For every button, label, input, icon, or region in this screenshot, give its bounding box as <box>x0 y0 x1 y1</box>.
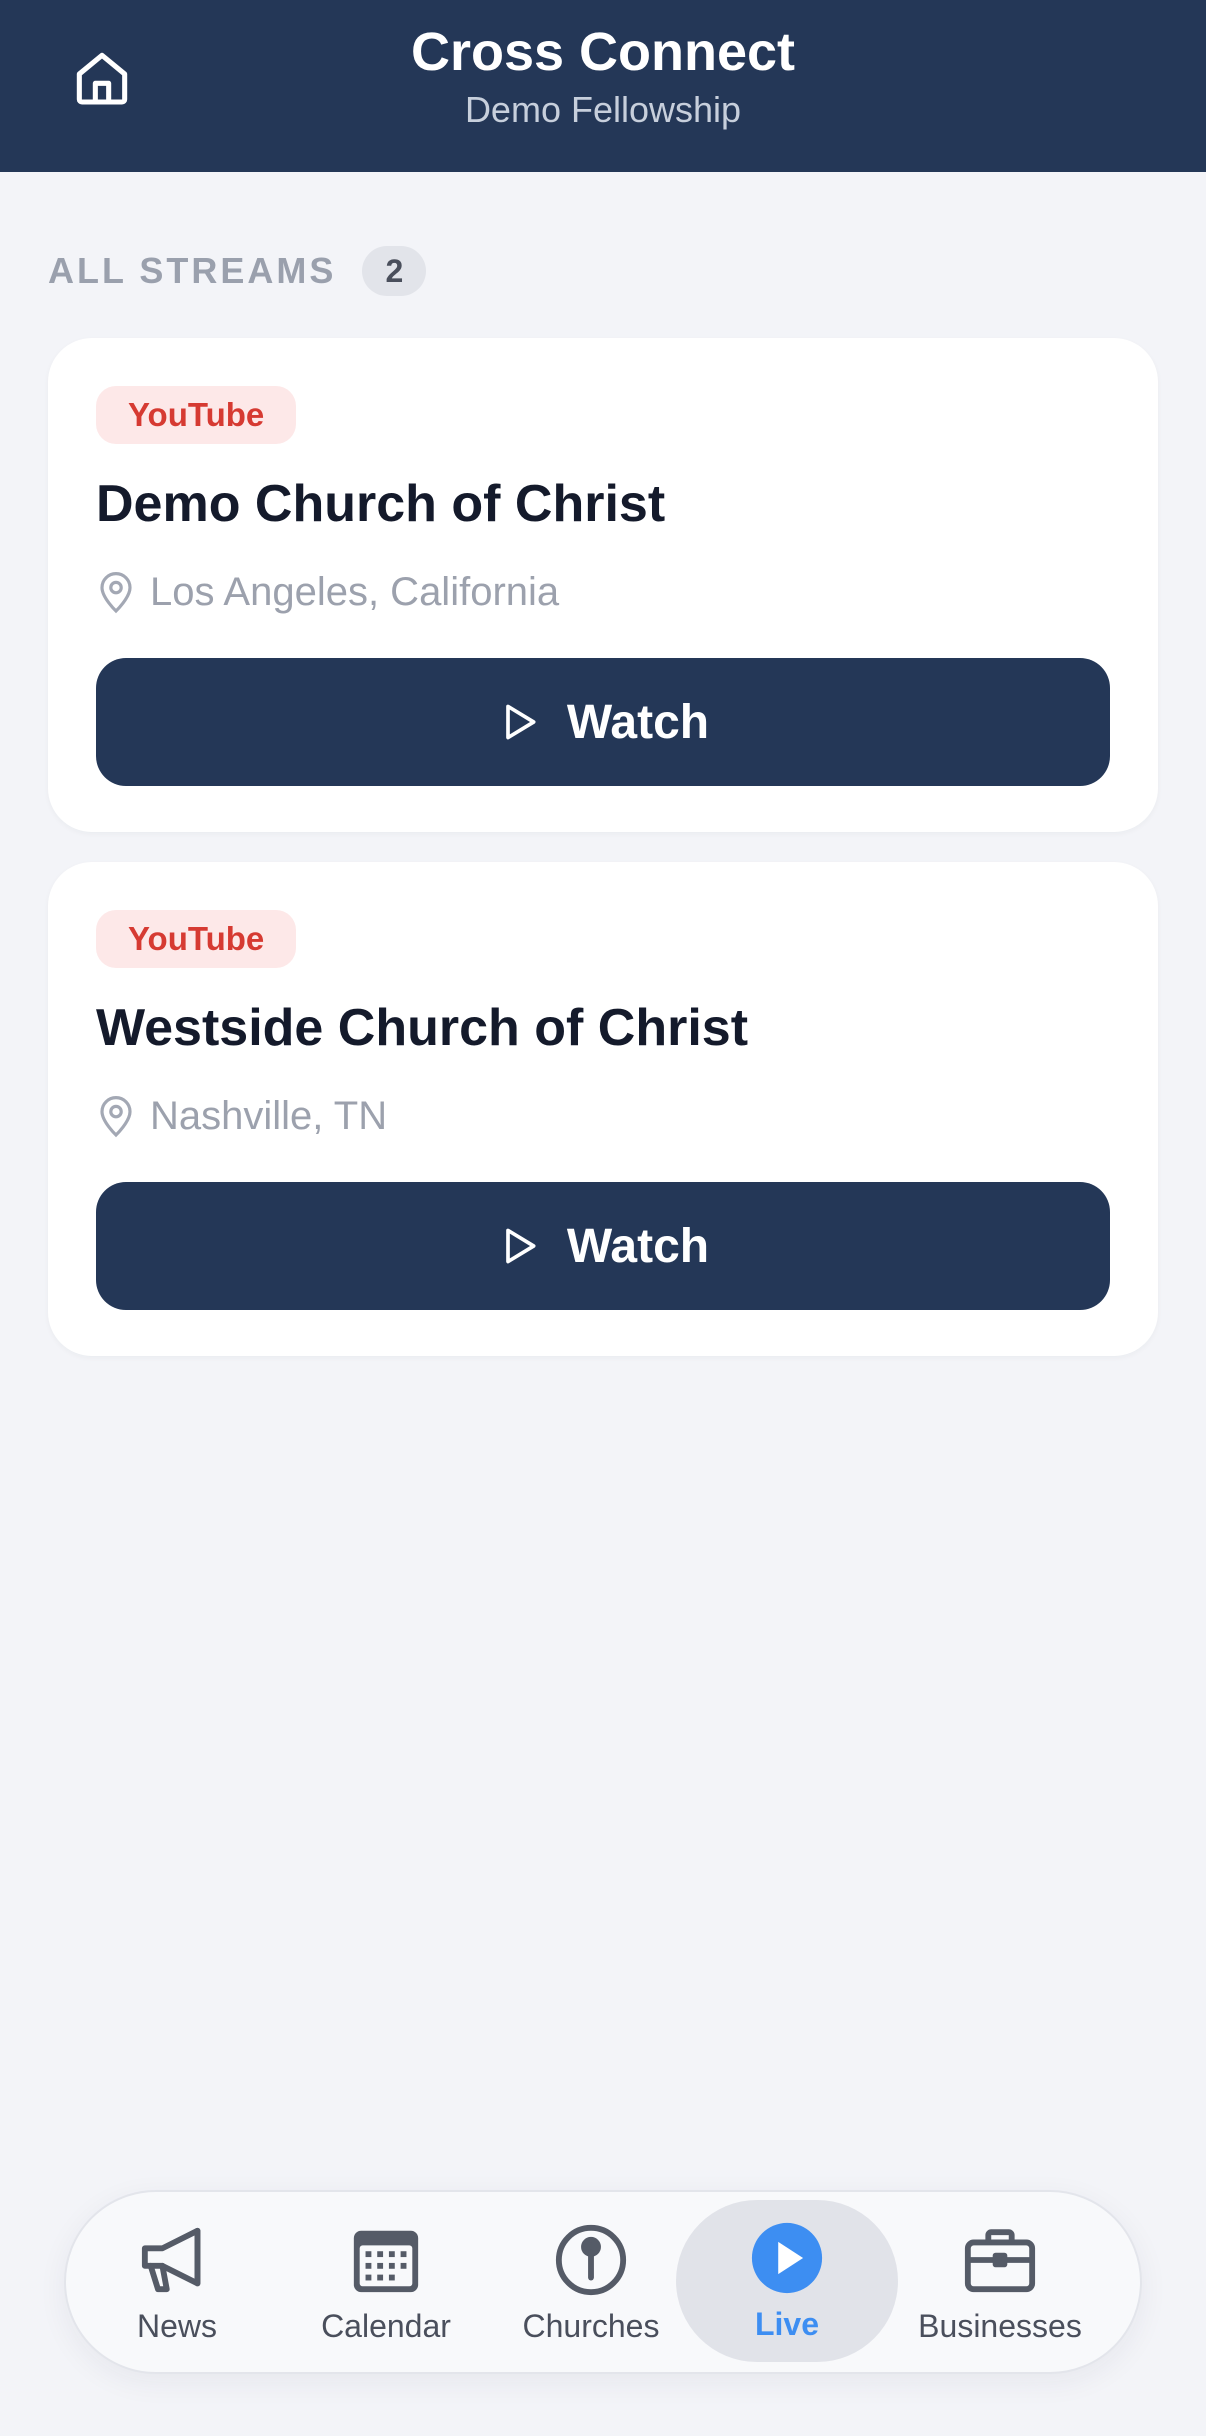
megaphone-icon <box>141 2227 201 2293</box>
tab-label: Churches <box>522 2308 660 2344</box>
bottom-tab-bar: News Calendar Churches Live Businesses <box>64 2190 1142 2374</box>
section-label: ALL STREAMS <box>48 250 337 291</box>
church-name: Westside Church of Christ <box>96 999 749 1057</box>
watch-button[interactable]: Watch <box>96 1182 1110 1310</box>
tab-churches[interactable]: Churches <box>502 2202 680 2362</box>
platform-badge: YouTube <box>96 386 297 444</box>
location-text: Los Angeles, California <box>150 570 560 614</box>
tab-label: News <box>136 2308 217 2344</box>
location-pin-icon <box>100 1096 132 1138</box>
pin-icon <box>555 2224 627 2296</box>
tab-live[interactable]: Live <box>676 2200 898 2362</box>
app-header: Cross Connect Demo Fellowship <box>0 0 1206 172</box>
tab-calendar[interactable]: Calendar <box>288 2202 484 2362</box>
location-text: Nashville, TN <box>150 1094 388 1138</box>
stream-card: YouTube Westside Church of Christ Nashvi… <box>48 862 1158 1356</box>
streams-section-header: ALL STREAMS 2 <box>48 244 427 298</box>
church-location: Nashville, TN <box>96 1088 387 1144</box>
watch-button[interactable]: Watch <box>96 658 1110 786</box>
play-icon <box>506 704 536 740</box>
tab-label: Live <box>754 2306 820 2342</box>
watch-button-label: Watch <box>566 1219 710 1273</box>
stream-card: YouTube Demo Church of Christ Los Angele… <box>48 338 1158 832</box>
app-title: Cross Connect <box>410 22 796 82</box>
tab-businesses[interactable]: Businesses <box>900 2202 1100 2362</box>
location-pin-icon <box>100 572 132 614</box>
play-icon <box>506 1228 536 1264</box>
tab-news[interactable]: News <box>92 2202 262 2362</box>
watch-button-label: Watch <box>566 695 710 749</box>
app-subtitle: Demo Fellowship <box>464 89 742 130</box>
briefcase-icon <box>964 2229 1036 2293</box>
platform-badge: YouTube <box>96 910 297 968</box>
tab-label: Businesses <box>918 2308 1082 2344</box>
play-circle-icon <box>751 2222 823 2294</box>
church-name: Demo Church of Christ <box>96 475 666 533</box>
calendar-icon <box>353 2230 419 2293</box>
stream-count-badge: 2 <box>362 246 427 296</box>
tab-label: Calendar <box>321 2308 451 2344</box>
church-location: Los Angeles, California <box>96 564 559 620</box>
